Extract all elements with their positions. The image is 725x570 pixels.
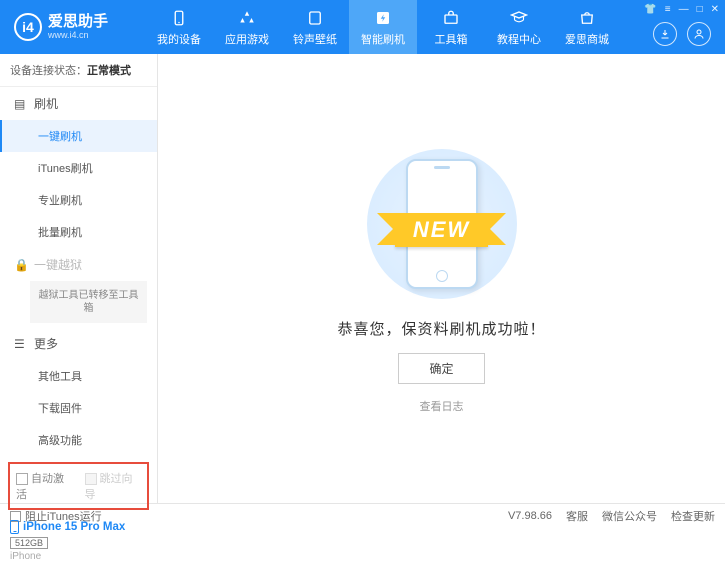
checkbox-auto-activate[interactable]: 自动激活 [16,470,73,502]
minimize-icon[interactable]: — [679,4,689,15]
sidebar-item-pro-flash[interactable]: 专业刷机 [0,184,157,216]
sidebar-item-batch-flash[interactable]: 批量刷机 [0,216,157,248]
nav-ringtones[interactable]: 铃声壁纸 [281,0,349,54]
menu-icon[interactable]: ≡ [665,4,671,15]
download-button[interactable] [653,22,677,46]
sidebar-item-itunes-flash[interactable]: iTunes刷机 [0,152,157,184]
store-icon [577,8,597,28]
sidebar-section-more[interactable]: ☰ 更多 [0,327,157,360]
tutorial-icon [509,8,529,28]
ok-button[interactable]: 确定 [398,353,484,384]
device-storage: 512GB [10,537,48,549]
flash-icon [373,8,393,28]
window-controls: 👕 ≡ — □ ✕ [644,4,719,15]
sidebar-item-advanced[interactable]: 高级功能 [0,424,157,456]
sidebar-section-jailbreak: 🔒 一键越狱 [0,248,157,281]
phone-icon [10,520,19,534]
device-info: iPhone 15 Pro Max 512GB iPhone [0,516,157,570]
nav-store[interactable]: 爱思商城 [553,0,621,54]
link-support[interactable]: 客服 [566,508,588,524]
sidebar-section-flash[interactable]: ▤ 刷机 [0,87,157,120]
titlebar-right-buttons [653,22,711,46]
apps-icon [237,8,257,28]
checkbox-skip-guide: 跳过向导 [85,470,142,502]
version-label: V7.98.66 [508,510,552,522]
nav-toolbox[interactable]: 工具箱 [417,0,485,54]
link-wechat[interactable]: 微信公众号 [602,508,657,524]
titlebar: i4 爱思助手 www.i4.cn 我的设备 应用游戏 铃声壁纸 智能刷机 工具… [0,0,725,54]
toolbox-icon [441,8,461,28]
nav-flash[interactable]: 智能刷机 [349,0,417,54]
nav-my-device[interactable]: 我的设备 [145,0,213,54]
new-ribbon: NEW [395,213,488,247]
list-icon: ▤ [14,97,28,111]
link-check-update[interactable]: 检查更新 [671,508,715,524]
top-nav: 我的设备 应用游戏 铃声壁纸 智能刷机 工具箱 教程中心 爱思商城 [145,0,621,54]
app-name: 爱思助手 [48,14,108,31]
close-icon[interactable]: ✕ [711,4,719,15]
sidebar-jailbreak-note[interactable]: 越狱工具已转移至工具箱 [30,281,147,323]
user-button[interactable] [687,22,711,46]
sidebar-item-other-tools[interactable]: 其他工具 [0,360,157,392]
sidebar-item-download-firmware[interactable]: 下载固件 [0,392,157,424]
sidebar-item-oneclick-flash[interactable]: 一键刷机 [0,120,157,152]
device-type: iPhone [10,551,147,562]
device-status: 设备连接状态：正常模式 [0,54,157,87]
nav-tutorials[interactable]: 教程中心 [485,0,553,54]
checkbox-block-itunes[interactable]: 阻止iTunes运行 [10,508,102,524]
logo-icon: i4 [14,13,42,41]
skin-icon[interactable]: 👕 [644,4,656,15]
nav-apps-games[interactable]: 应用游戏 [213,0,281,54]
device-icon [169,8,189,28]
lock-icon: 🔒 [14,258,28,272]
app-logo: i4 爱思助手 www.i4.cn [0,13,145,41]
view-log-link[interactable]: 查看日志 [420,398,464,414]
app-url: www.i4.cn [48,30,108,40]
main-content: NEW 恭喜您，保资料刷机成功啦！ 确定 查看日志 [158,54,725,503]
activation-options: 自动激活 跳过向导 [8,462,149,510]
sidebar: 设备连接状态：正常模式 ▤ 刷机 一键刷机 iTunes刷机 专业刷机 批量刷机… [0,54,158,503]
more-icon: ☰ [14,337,28,351]
maximize-icon[interactable]: □ [697,4,703,15]
success-illustration: NEW [342,144,542,304]
success-message: 恭喜您，保资料刷机成功啦！ [337,318,545,339]
ringtone-icon [305,8,325,28]
